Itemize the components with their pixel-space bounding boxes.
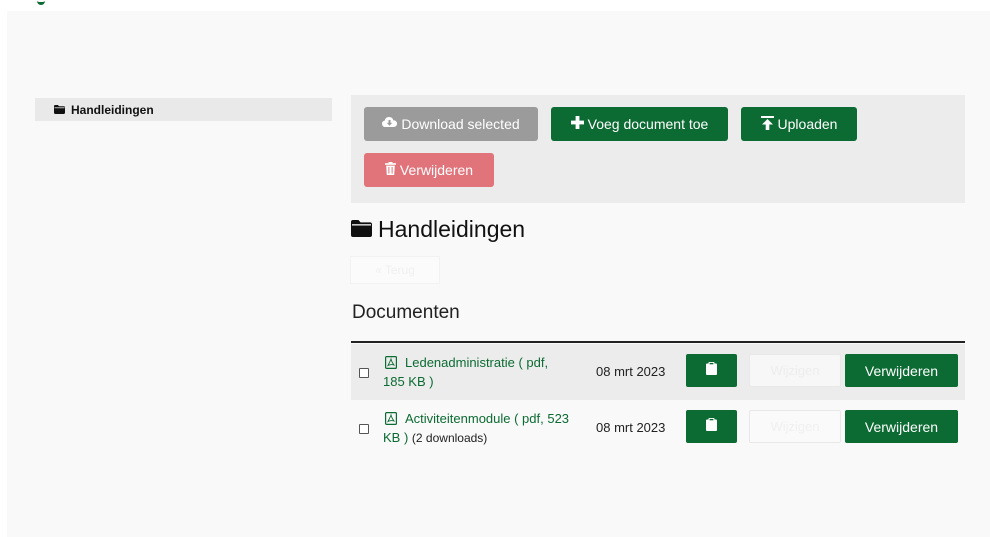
page-title: Handleidingen	[351, 216, 525, 243]
table-row: Activiteitenmodule ( pdf, 523 KB ) (2 do…	[351, 400, 965, 456]
upload-label: Uploaden	[777, 116, 838, 132]
folder-icon	[351, 216, 378, 243]
document-download-count: (2 downloads)	[411, 431, 488, 445]
plus-icon	[570, 116, 588, 132]
row-checkbox[interactable]	[359, 424, 369, 434]
edit-button[interactable]: Wijzigen	[749, 354, 841, 387]
action-toolbar: Download selected Voeg document toe Uplo…	[351, 95, 965, 203]
document-name: Ledenadministratie ( pdf, 185 KB )	[383, 355, 549, 389]
copy-link-button[interactable]	[686, 354, 737, 387]
delete-selected-label: Verwijderen	[399, 162, 474, 178]
sidebar-item-label: Handleidingen	[71, 102, 154, 117]
document-date: 08 mrt 2023	[596, 364, 666, 379]
top-accent-mark	[37, 0, 45, 5]
upload-button[interactable]: Uploaden	[741, 107, 857, 141]
download-selected-label: Download selected	[401, 116, 520, 132]
add-document-label: Voeg document toe	[587, 116, 709, 132]
document-link[interactable]: Ledenadministratie ( pdf, 185 KB )	[383, 353, 573, 392]
row-checkbox[interactable]	[359, 368, 369, 378]
back-button[interactable]: « Terug	[350, 256, 440, 284]
copy-link-button[interactable]	[686, 410, 737, 443]
sidebar-item-handleidingen[interactable]: Handleidingen	[35, 98, 332, 121]
clipboard-icon	[706, 361, 717, 380]
folder-icon	[54, 103, 65, 117]
delete-selected-button[interactable]: Verwijderen	[364, 153, 494, 187]
document-date: 08 mrt 2023	[596, 420, 666, 435]
trash-icon	[384, 162, 400, 178]
edit-button[interactable]: Wijzigen	[749, 410, 841, 443]
add-document-button[interactable]: Voeg document toe	[551, 107, 728, 141]
clipboard-icon	[706, 417, 717, 436]
document-link[interactable]: Activiteitenmodule ( pdf, 523 KB ) (2 do…	[383, 409, 573, 448]
cloud-download-icon	[382, 116, 401, 132]
upload-icon	[760, 115, 778, 133]
documents-divider	[351, 341, 965, 343]
table-row: Ledenadministratie ( pdf, 185 KB ) 08 mr…	[351, 344, 965, 400]
documents-heading: Documenten	[352, 302, 460, 323]
delete-button[interactable]: Verwijderen	[845, 410, 958, 443]
download-selected-button[interactable]: Download selected	[364, 107, 538, 141]
delete-button[interactable]: Verwijderen	[845, 354, 958, 387]
page-title-text: Handleidingen	[378, 216, 526, 242]
content-frame	[7, 11, 990, 537]
